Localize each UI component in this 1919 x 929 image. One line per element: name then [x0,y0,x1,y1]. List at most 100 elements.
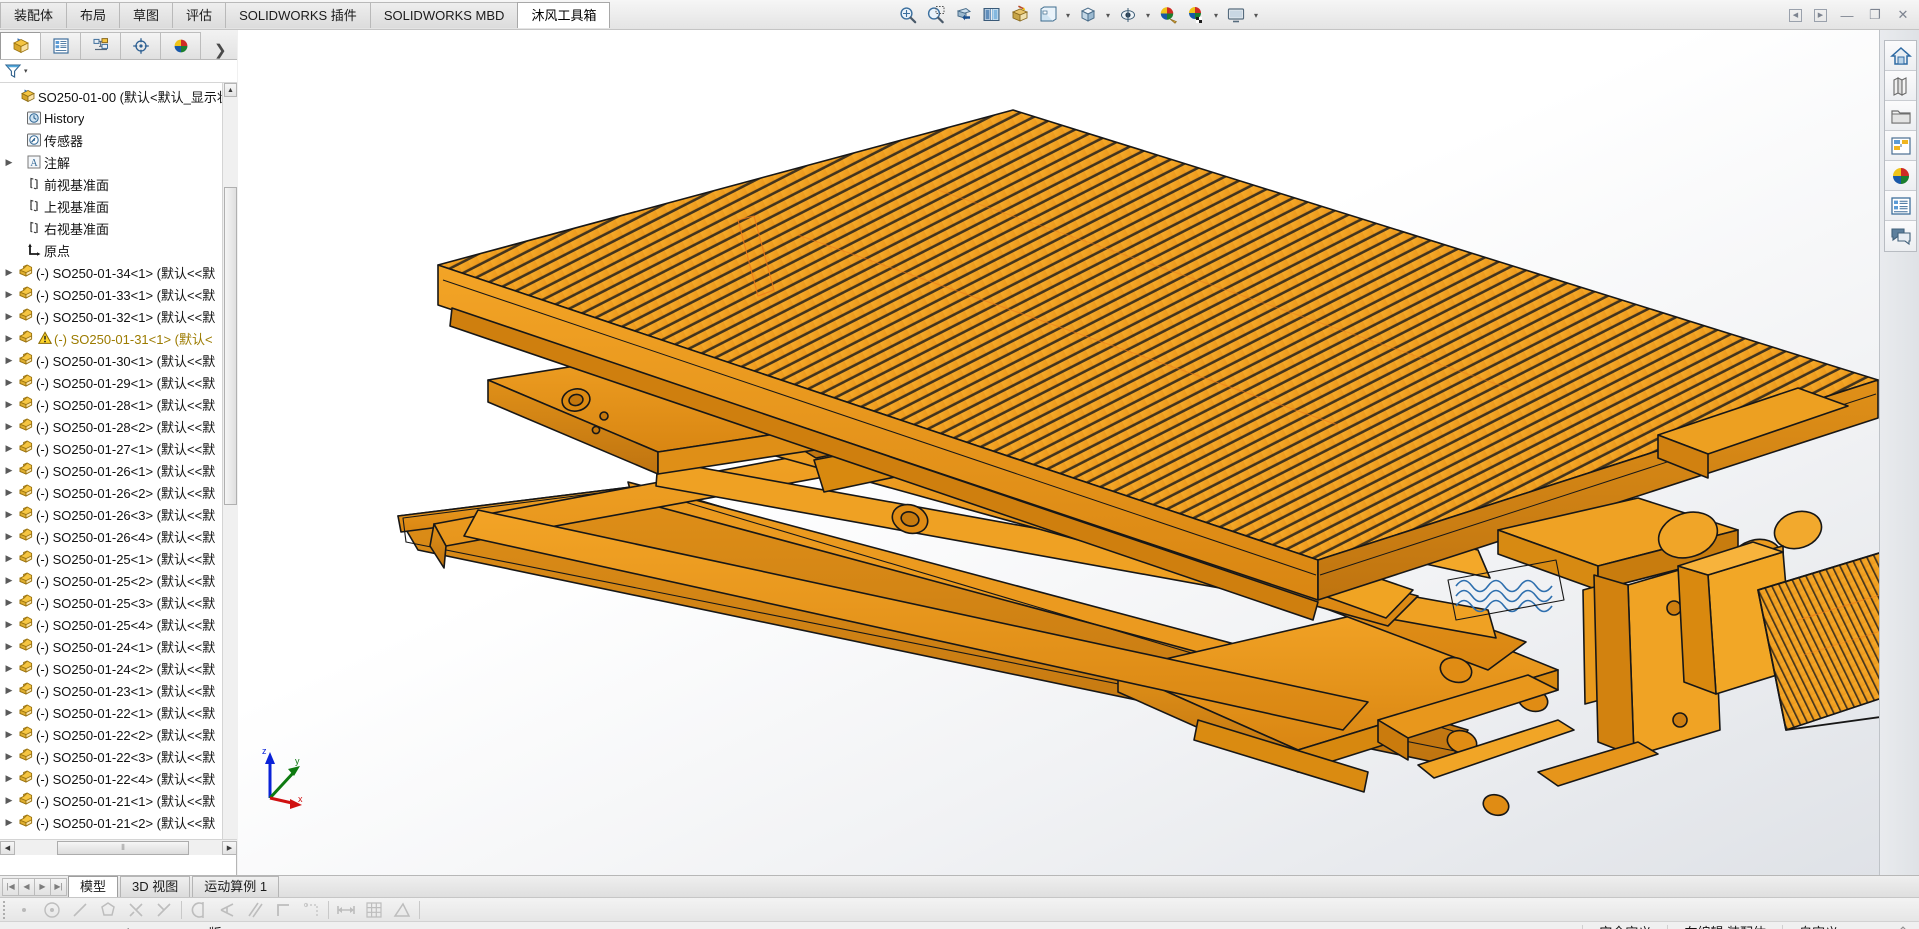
doc-tab-motion-study[interactable]: 运动算例 1 [192,876,280,897]
point-icon[interactable] [10,899,38,921]
horizontal-scroll-thumb[interactable]: ⦀ [57,840,189,855]
tree-expander-icon[interactable]: ▶ [2,333,16,344]
scroll-left-arrow[interactable]: ◀ [0,840,15,855]
tree-expander-icon[interactable]: ▶ [2,685,16,696]
tree-expander-icon[interactable]: ▶ [2,795,16,806]
parallel-icon[interactable] [241,899,269,921]
view-settings-icon[interactable] [1223,3,1249,27]
apply-scene-icon[interactable] [1183,3,1209,27]
tree-expander-icon[interactable]: ▶ [2,641,16,652]
zoom-to-area-icon[interactable] [923,3,949,27]
tab-assembly[interactable]: 装配体 [0,2,67,28]
tree-expander-icon[interactable]: ▶ [2,443,16,454]
hide-show-items-icon[interactable] [1035,3,1061,27]
custom-properties-button[interactable] [1885,191,1916,221]
horizontal-scroll-track[interactable]: ⦀ [15,840,222,855]
tree-expander-icon[interactable]: ▶ [2,553,16,564]
line-icon[interactable] [66,899,94,921]
feature-tree-vertical-scrollbar[interactable]: ▲ ▼ [222,83,237,855]
tree-expander-icon[interactable]: ▶ [2,355,16,366]
tree-expander-icon[interactable]: ▶ [2,575,16,586]
tree-expander-icon[interactable]: ▶ [2,509,16,520]
tree-expander-icon[interactable]: ▶ [2,487,16,498]
doc-tab-3d-views[interactable]: 3D 视图 [120,876,191,897]
tree-row[interactable]: ▶ (-) SO250-01-26<4> (默认<<默 [0,525,237,547]
dimxpert-manager-tab[interactable] [120,32,161,59]
view-settings-dropdown-arrow[interactable]: ▾ [1251,3,1261,27]
display-manager-tab[interactable] [160,32,201,59]
first-tab-button[interactable]: |◀ [2,877,19,896]
tree-expander-icon[interactable]: ▶ [2,817,16,828]
document-restore-left-button[interactable]: ◀ [1789,8,1802,22]
tree-expander-icon[interactable]: ▶ [2,267,16,278]
tab-sketch[interactable]: 草图 [119,2,173,28]
tree-expander-icon[interactable]: ▶ [2,707,16,718]
last-tab-button[interactable]: ▶| [50,877,67,896]
tree-expander-icon[interactable]: ▶ [2,729,16,740]
tab-evaluate[interactable]: 评估 [172,2,226,28]
grid-icon[interactable] [360,899,388,921]
tree-expander-icon[interactable]: ▶ [2,751,16,762]
vertical-scroll-thumb[interactable] [224,187,237,505]
status-custom[interactable]: 自定义 [1782,924,1854,929]
file-explorer-button[interactable] [1885,101,1916,131]
feature-tree-filter-bar[interactable]: ▾ [0,60,237,83]
scroll-up-arrow[interactable]: ▲ [224,83,237,97]
view-cube-dropdown-arrow[interactable]: ▾ [1103,3,1113,27]
doc-tab-model[interactable]: 模型 [68,876,119,897]
view-palette-button[interactable] [1885,131,1916,161]
coincident-icon[interactable] [122,899,150,921]
zoom-to-fit-icon[interactable] [895,3,921,27]
edit-appearance-icon[interactable] [1155,3,1181,27]
tree-expander-icon[interactable]: ▶ [2,157,16,168]
tab-mufeng-toolbox[interactable]: 沐风工具箱 [517,2,611,28]
tree-row[interactable]: ▶ (-) SO250-01-22<1> (默认<<默 [0,701,237,723]
tree-row[interactable]: ▶ (-) SO250-01-22<2> (默认<<默 [0,723,237,745]
tree-row[interactable]: ▶ (-) SO250-01-30<1> (默认<<默 [0,349,237,371]
tree-row[interactable]: 传感器 [0,129,237,151]
tree-expander-icon[interactable]: ▶ [2,465,16,476]
tree-row[interactable]: ▶ (-) SO250-01-23<1> (默认<<默 [0,679,237,701]
tab-solidworks-addins[interactable]: SOLIDWORKS 插件 [225,2,370,28]
tree-expander-icon[interactable]: ▶ [2,619,16,630]
solidworks-resources-button[interactable] [1885,41,1916,71]
tree-row[interactable]: ▶ (-) SO250-01-26<1> (默认<<默 [0,459,237,481]
tree-expander-icon[interactable]: ▶ [2,311,16,322]
tab-solidworks-mbd[interactable]: SOLIDWORKS MBD [369,2,518,28]
midpoint-icon[interactable] [150,899,178,921]
tree-expander-icon[interactable]: ▶ [2,377,16,388]
tree-row[interactable]: 右视基准面 [0,217,237,239]
angle-dimension-icon[interactable] [388,899,416,921]
tree-row[interactable]: 前视基准面 [0,173,237,195]
expand-panel-chevron-icon[interactable]: ❯ [214,41,227,59]
tree-row[interactable]: ▶ (-) SO250-01-27<1> (默认<<默 [0,437,237,459]
tree-expander-icon[interactable]: ▶ [2,421,16,432]
hide-show-dropdown-arrow[interactable]: ▾ [1143,3,1153,27]
tree-row[interactable]: ▶ (-) SO250-01-33<1> (默认<<默 [0,283,237,305]
tree-row[interactable]: ▶ (-) SO250-01-32<1> (默认<<默 [0,305,237,327]
scroll-right-arrow[interactable]: ▶ [222,840,237,855]
property-manager-tab[interactable] [40,32,81,59]
tree-row[interactable]: ▶ (-) SO250-01-22<3> (默认<<默 [0,745,237,767]
minimize-button[interactable]: — [1839,7,1855,23]
corner-icon[interactable] [269,899,297,921]
tree-row[interactable]: ▶ (-) SO250-01-28<2> (默认<<默 [0,415,237,437]
tree-row[interactable]: ▶ A 注解 [0,151,237,173]
tree-row[interactable]: ▶ (-) SO250-01-25<3> (默认<<默 [0,591,237,613]
featuremanager-design-tree-tab[interactable] [0,32,41,59]
prev-tab-button[interactable]: ◀ [18,877,35,896]
tree-expander-icon[interactable]: ▶ [2,663,16,674]
tab-layout[interactable]: 布局 [66,2,120,28]
tree-expander-icon[interactable]: ▶ [2,399,16,410]
filter-dropdown-arrow[interactable]: ▾ [24,67,28,75]
document-restore-right-button[interactable]: ▶ [1814,8,1827,22]
restore-button[interactable]: ❐ [1867,7,1883,23]
tree-row[interactable]: ▶ (-) SO250-01-25<4> (默认<<默 [0,613,237,635]
perpendicular-icon[interactable] [213,899,241,921]
tree-expander-icon[interactable]: ▶ [2,597,16,608]
tangent-icon[interactable] [185,899,213,921]
toolbar-grip[interactable] [0,899,10,921]
tree-row[interactable]: 原点 [0,239,237,261]
tree-row[interactable]: ▶ (-) SO250-01-28<1> (默认<<默 [0,393,237,415]
configuration-manager-tab[interactable] [80,32,121,59]
